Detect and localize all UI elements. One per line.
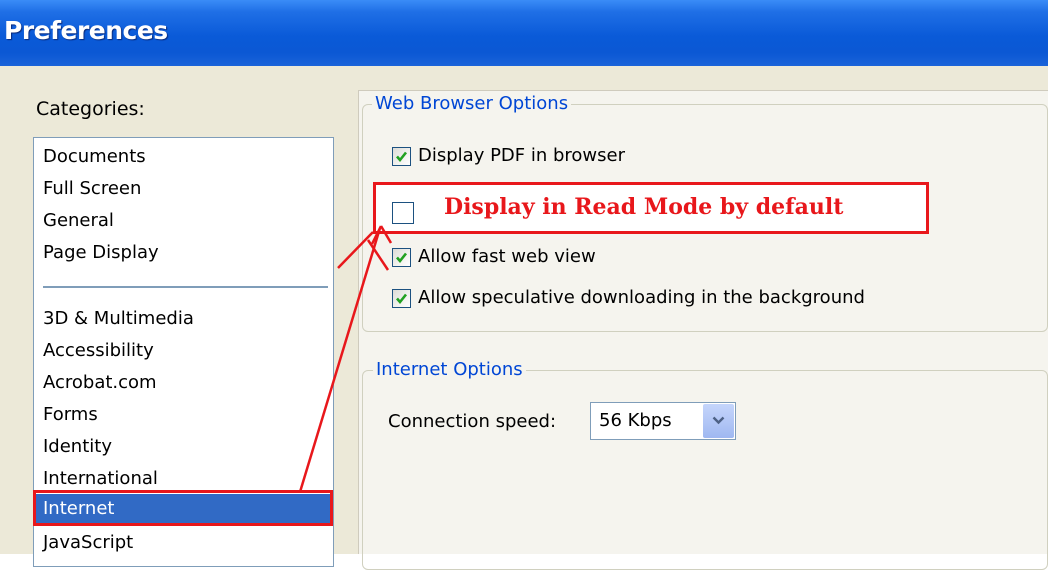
display-pdf-label: Display PDF in browser (418, 145, 626, 166)
title-bar: Preferences (0, 0, 1048, 66)
category-separator (43, 286, 328, 288)
window-title: Preferences (4, 16, 168, 45)
web-browser-options-title: Web Browser Options (372, 93, 572, 114)
category-item-acrobat-com[interactable]: Acrobat.com (34, 368, 333, 398)
category-item-accessibility[interactable]: Accessibility (34, 336, 333, 366)
speculative-download-checkbox[interactable] (392, 289, 411, 308)
connection-speed-select[interactable]: 56 Kbps (590, 402, 736, 440)
fast-web-view-checkbox[interactable] (392, 248, 411, 267)
read-mode-checkbox[interactable] (392, 202, 414, 224)
category-item-general[interactable]: General (34, 206, 333, 236)
checkmark-icon (396, 151, 408, 163)
category-item-documents[interactable]: Documents (34, 142, 333, 172)
chevron-down-icon (712, 416, 725, 425)
category-item-forms[interactable]: Forms (34, 400, 333, 430)
category-item-full-screen[interactable]: Full Screen (34, 174, 333, 204)
internet-options-title: Internet Options (373, 359, 526, 380)
connection-speed-value: 56 Kbps (599, 410, 672, 431)
category-item-page-display[interactable]: Page Display (34, 238, 333, 268)
internet-options-group (362, 370, 1048, 570)
dropdown-button[interactable] (703, 404, 734, 438)
fast-web-view-label: Allow fast web view (418, 246, 596, 267)
read-mode-highlight: Display in Read Mode by default (373, 182, 929, 234)
read-mode-label: Display in Read Mode by default (444, 194, 844, 220)
internet-highlight (33, 490, 333, 526)
checkmark-icon (396, 293, 408, 305)
categories-label: Categories: (36, 98, 145, 120)
checkmark-icon (396, 252, 408, 264)
category-item-3d-multimedia[interactable]: 3D & Multimedia (34, 304, 333, 334)
display-pdf-checkbox[interactable] (392, 147, 411, 166)
category-item-identity[interactable]: Identity (34, 432, 333, 462)
speculative-download-label: Allow speculative downloading in the bac… (418, 287, 865, 308)
connection-speed-label: Connection speed: (388, 411, 557, 432)
